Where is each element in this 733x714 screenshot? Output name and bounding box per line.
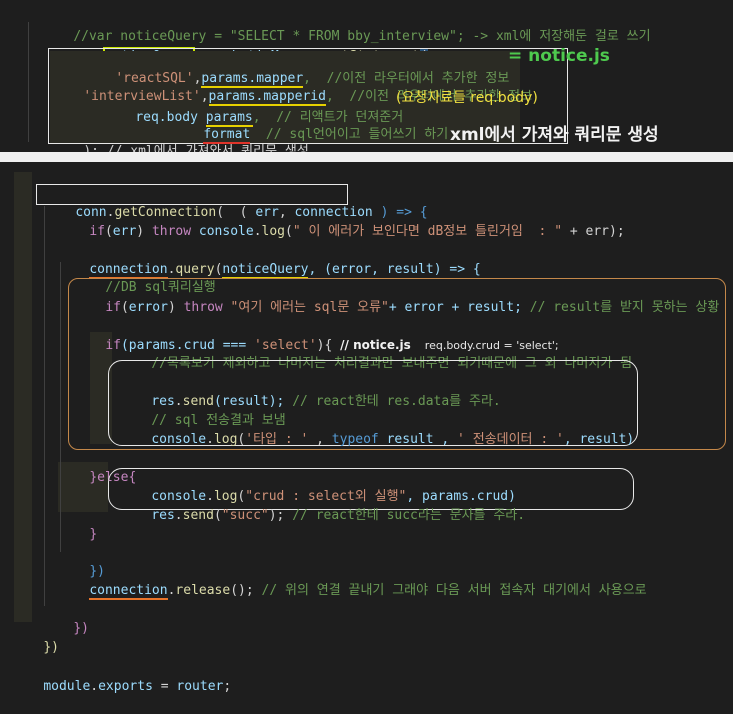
tail: , result) <box>563 432 635 447</box>
notice-query-arg: noticeQuery <box>222 262 309 279</box>
string: " 이 에러가 보인다면 dB정보 틀린거임 : " <box>292 224 563 239</box>
paren: ( <box>104 224 113 239</box>
console: console <box>198 224 254 239</box>
code-line-sql-comment: // sql 전송결과 보냄 <box>120 394 285 428</box>
query-args: , (error, result) => { <box>308 262 481 277</box>
err: err <box>112 224 137 239</box>
brace: }) <box>73 621 89 636</box>
string: "여기 에러는 sql문 오류" <box>222 300 389 315</box>
tail: + err); <box>562 224 625 239</box>
top-code-panel: //var noticeQuery = "SELECT * FROM bby_i… <box>0 0 733 159</box>
code-line-4: 'interviewList',params.mapperid, //이전 라우… <box>52 70 532 106</box>
code-line-console-log-else: console.log("crud : select외 실행", params.… <box>120 470 516 504</box>
paren: ) <box>136 224 152 239</box>
paren: ); <box>268 508 293 523</box>
code-line-3: 'reactSQL',params.mapper, //이전 라우터에서 추가한… <box>84 52 509 88</box>
indent-guide <box>28 22 29 142</box>
code-line-close-connection: }) <box>42 602 89 636</box>
comment: // 위의 연결 끝내기 그래야 다음 서버 접속자 대기에서 사용으로 <box>261 583 647 598</box>
code-line-query: connection.query(noticeQuery, (error, re… <box>58 243 481 279</box>
code-line-if-select: if(params.crud === 'select'){ // notice.… <box>74 318 558 353</box>
code-line-console-log: console.log('타입 : ' , typeof result , ' … <box>120 413 634 447</box>
paren: ( <box>285 224 293 239</box>
keyword-if: if <box>105 300 121 315</box>
keyword-throw: throw <box>183 300 223 315</box>
separator <box>0 152 733 162</box>
result: result , <box>378 432 458 447</box>
comment: // react한테 succ라는 문자를 주라. <box>292 508 526 523</box>
code-line-close-brace: } <box>58 508 97 542</box>
code-line-if-err: if(err) throw console.log(" 이 에러가 보인다면 d… <box>58 205 624 239</box>
dot: . <box>253 224 262 239</box>
paren: ( <box>213 508 222 523</box>
release-fn: release <box>175 583 231 598</box>
code-line-6: format // sql언어이고 들어쓰기 하기 <box>172 108 448 144</box>
code-line-list-comment: //목록보기 제외하고 나머지는 처리결과만 보내주면 되기때문에 그 외 나머… <box>120 337 632 371</box>
annotation-req-body: (요청자료들 req.body) <box>396 90 538 106</box>
code-line-module-exports: module.exports = router; <box>12 660 231 694</box>
string: ' 전송데이터 : ' <box>457 432 564 447</box>
comment: // react한테 res.data를 주라. <box>292 394 501 409</box>
annotation-notice-js: = notice.js <box>508 46 610 66</box>
code-line-get-connection: conn.getConnection( ( err, connection ) … <box>44 186 427 220</box>
tail: + error + result; <box>388 300 530 315</box>
code-line-if-error: if(error) throw "여기 에러는 sql문 오류"+ error … <box>74 281 719 315</box>
console: console <box>151 432 207 447</box>
code-line-5: req.body params, // 리액트가 던져준거 <box>104 91 403 127</box>
res: res <box>151 508 175 523</box>
separator-text: , <box>308 432 332 447</box>
code-line-7: ); // xml에서 가져와서 쿼리문 생성 <box>52 125 308 159</box>
keyword-if: if <box>105 338 121 353</box>
code-line-res-send: res.send(result); // react한테 res.data를 주… <box>120 375 500 409</box>
code-line-res-send-succ: res.send("succ"); // react한테 succ라는 문자를 … <box>120 489 525 523</box>
indent-block <box>14 172 32 622</box>
comment: // result를 받지 못하는 상황 <box>529 300 720 315</box>
log-fn: log <box>261 224 286 239</box>
code-line-db-comment: //DB sql쿼리실행 <box>74 261 215 295</box>
code-line-close-router: }) <box>12 621 59 655</box>
error: error <box>128 300 168 315</box>
annotation-xml: xml에서 가져와 쿼리문 생성 <box>450 125 659 145</box>
string: "succ" <box>221 508 269 523</box>
paren: ) <box>167 300 184 315</box>
bottom-code-panel: conn.getConnection( ( err, connection ) … <box>0 162 733 694</box>
indent-guide <box>44 206 45 606</box>
code-line-release: connection.release(); // 위의 연결 끝내기 그래야 다… <box>58 564 647 600</box>
keyword-if: if <box>89 224 105 239</box>
send-fn: send <box>182 508 214 523</box>
string: '타입 : ' <box>245 432 309 447</box>
code-line-2: var noticeQuery = mybatisMapper.getState… <box>42 30 428 66</box>
code-line-else: }else{ <box>58 451 136 485</box>
connection: connection <box>89 583 168 600</box>
code-line-close-query: }) <box>58 545 105 579</box>
code-line-1: //var noticeQuery = "SELECT * FROM bby_i… <box>42 10 650 44</box>
log-fn: log <box>213 432 238 447</box>
keyword-throw: throw <box>151 224 192 239</box>
brace: } <box>89 527 98 542</box>
paren: ( <box>120 300 129 315</box>
dot: . <box>174 508 183 523</box>
paren: (); <box>230 583 262 598</box>
dot: . <box>206 432 214 447</box>
brace: }) <box>43 640 59 655</box>
keyword-typeof: typeof <box>331 432 379 447</box>
